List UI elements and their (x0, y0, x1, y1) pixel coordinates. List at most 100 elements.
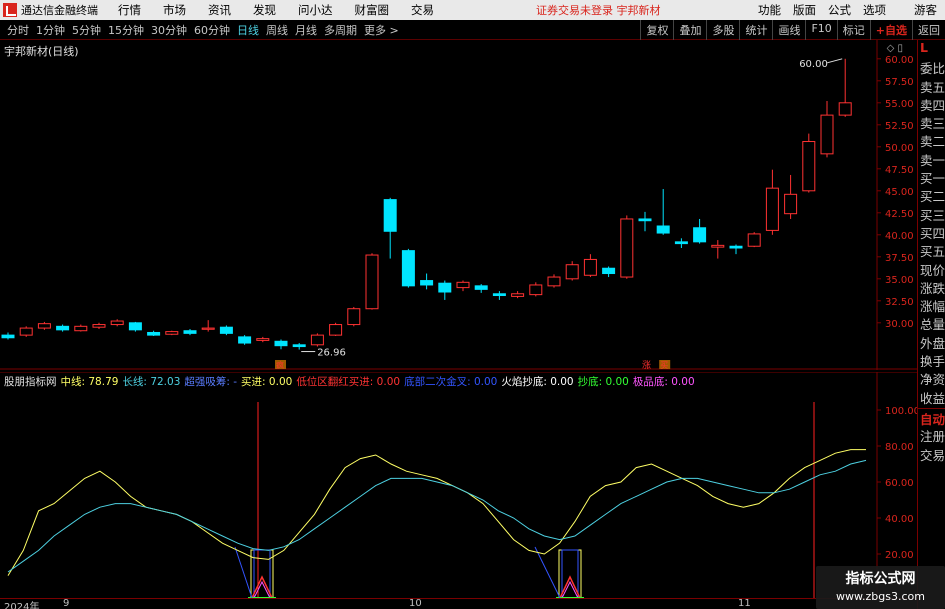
candle-down (729, 245, 743, 249)
menu-item-trade[interactable]: 交易 (411, 2, 434, 18)
menu-item-quotes[interactable]: 行情 (118, 2, 141, 18)
candle-up (784, 193, 798, 215)
side-buy2: 买二 (920, 189, 945, 205)
signal-low-2-peak (559, 575, 581, 598)
period-intraday[interactable]: 分时 (7, 22, 29, 38)
side-buy5: 买五 (920, 244, 945, 260)
tool-overlay[interactable]: 叠加 (673, 20, 706, 40)
signal-crazy-text: 疯 (276, 360, 284, 370)
price-tick-label: 35.00 (885, 275, 914, 286)
candle-down (1, 334, 15, 339)
candle-down (602, 267, 616, 275)
signal-cross-line (234, 546, 253, 598)
x-axis: 2024年 9 10 11 (0, 598, 917, 609)
candle-up (838, 102, 852, 116)
x-label-nov: 11 (738, 598, 751, 609)
candle-up (365, 254, 379, 310)
tool-statistics[interactable]: 统计 (739, 20, 772, 40)
x-label-sep: 9 (63, 598, 70, 609)
candle-down (383, 199, 397, 232)
candle-down (219, 326, 233, 334)
menu-item-news[interactable]: 资讯 (208, 2, 231, 18)
high-label: 60.00 (799, 59, 828, 70)
candle-up (347, 308, 361, 326)
tool-restore-rights[interactable]: 复权 (640, 20, 673, 40)
price-tick-label: 60.00 (885, 55, 914, 66)
side-volume: 总量 (920, 317, 945, 333)
period-30min[interactable]: 30分钟 (151, 22, 187, 38)
candle-up (583, 258, 597, 276)
period-multi[interactable]: 多周期 (324, 22, 357, 38)
side-turnover: 换手 (920, 354, 945, 370)
candlestick-chart[interactable]: 60.00 57.50 55.00 52.50 50.00 47.50 45.00 42.50… (0, 40, 917, 370)
tool-multi-stock[interactable]: 多股 (706, 20, 739, 40)
signal-up-text: 涨 (642, 360, 651, 370)
price-tick-label: 45.00 (885, 187, 914, 198)
menu-bar: 通达信金融终端 行情 市场 资讯 发现 问小达 财富圈 交易 证券交易未登录 宇… (0, 0, 945, 20)
indicator-tick-label: 40.00 (885, 514, 914, 525)
period-weekly[interactable]: 周线 (266, 22, 288, 38)
legend-long-line: 长线: 72.03 (122, 375, 181, 388)
signal-low-1-inner (253, 549, 271, 598)
tool-back[interactable]: 返回 (912, 20, 945, 40)
indicator-tick-label: 60.00 (885, 478, 914, 489)
side-sell2: 卖二 (920, 134, 945, 150)
signal-low-2-inner (561, 549, 579, 598)
menu-item-layout[interactable]: 版面 (793, 2, 816, 18)
side-register[interactable]: 注册 (918, 426, 945, 444)
period-15min[interactable]: 15分钟 (108, 22, 144, 38)
period-1min[interactable]: 1分钟 (36, 22, 65, 38)
price-tick-label: 37.50 (885, 253, 914, 264)
period-60min[interactable]: 60分钟 (194, 22, 230, 38)
menu-item-options[interactable]: 选项 (863, 2, 886, 18)
x-label-oct: 10 (409, 598, 422, 609)
side-price: 现价 (920, 262, 945, 278)
candle-up (802, 141, 816, 192)
chart-corner-icons[interactable]: ◇ ▯ (887, 43, 903, 54)
side-buy4: 买四 (920, 225, 945, 241)
tool-mark[interactable]: 标记 (836, 20, 870, 40)
menu-item-function[interactable]: 功能 (758, 2, 781, 18)
side-trade[interactable]: 交易 (918, 445, 945, 463)
legend-bottom-fish: 抄底: 0.00 (577, 375, 629, 388)
candle-down (238, 336, 252, 344)
candle-down (274, 340, 288, 347)
price-tick-label: 55.00 (885, 99, 914, 110)
indicator-name[interactable]: 股朋指标网 (4, 374, 57, 389)
period-daily[interactable]: 日线 (237, 22, 259, 38)
menu-item-formula[interactable]: 公式 (828, 2, 851, 18)
candle-up (201, 327, 215, 330)
menu-item-discover[interactable]: 发现 (253, 2, 276, 18)
period-more[interactable]: 更多 > (364, 22, 399, 38)
candle-down (693, 227, 707, 243)
candle-down (474, 285, 488, 290)
menu-item-market[interactable]: 市场 (163, 2, 186, 18)
side-l[interactable]: L (918, 40, 945, 58)
price-tick-label: 47.50 (885, 165, 914, 176)
legend-premium-bottom: 极品底: 0.00 (632, 375, 695, 388)
tool-add-watchlist[interactable]: +自选 (869, 20, 912, 40)
period-monthly[interactable]: 月线 (295, 22, 317, 38)
candle-down (674, 241, 688, 245)
watermark-title: 指标公式网 (845, 571, 916, 587)
menu-item-wealth[interactable]: 财富圈 (355, 2, 390, 18)
menu-item-ask[interactable]: 问小达 (298, 2, 333, 18)
indicator-chart[interactable]: 100.0080.0060.0040.0020.0014:5614:5614:5… (0, 372, 917, 598)
low-label: 26.96 (317, 348, 346, 359)
side-sell4: 卖四 (920, 97, 945, 113)
tool-f10[interactable]: F10 (805, 20, 836, 40)
candle-down (656, 225, 670, 234)
candle-up (529, 284, 543, 296)
login-notice[interactable]: 证券交易未登录 宇邦新材 (536, 2, 661, 18)
tool-draw-line[interactable]: 画线 (772, 20, 805, 40)
period-toolbar: 分时 1分钟 5分钟 15分钟 30分钟 60分钟 日线 周线 月线 多周期 更… (0, 20, 945, 40)
period-5min[interactable]: 5分钟 (72, 22, 101, 38)
guest-button[interactable]: 游客 (914, 2, 937, 18)
high-pointer (827, 58, 843, 64)
side-auto[interactable]: 自动 (918, 407, 945, 426)
price-tick-label: 42.50 (885, 209, 914, 220)
indicator-tick-label: 100.00 (885, 406, 917, 417)
chart-tools: 复权 叠加 多股 统计 画线 F10 标记 +自选 返回 (640, 20, 945, 40)
candle-up (256, 338, 270, 341)
candle-down (183, 330, 197, 334)
